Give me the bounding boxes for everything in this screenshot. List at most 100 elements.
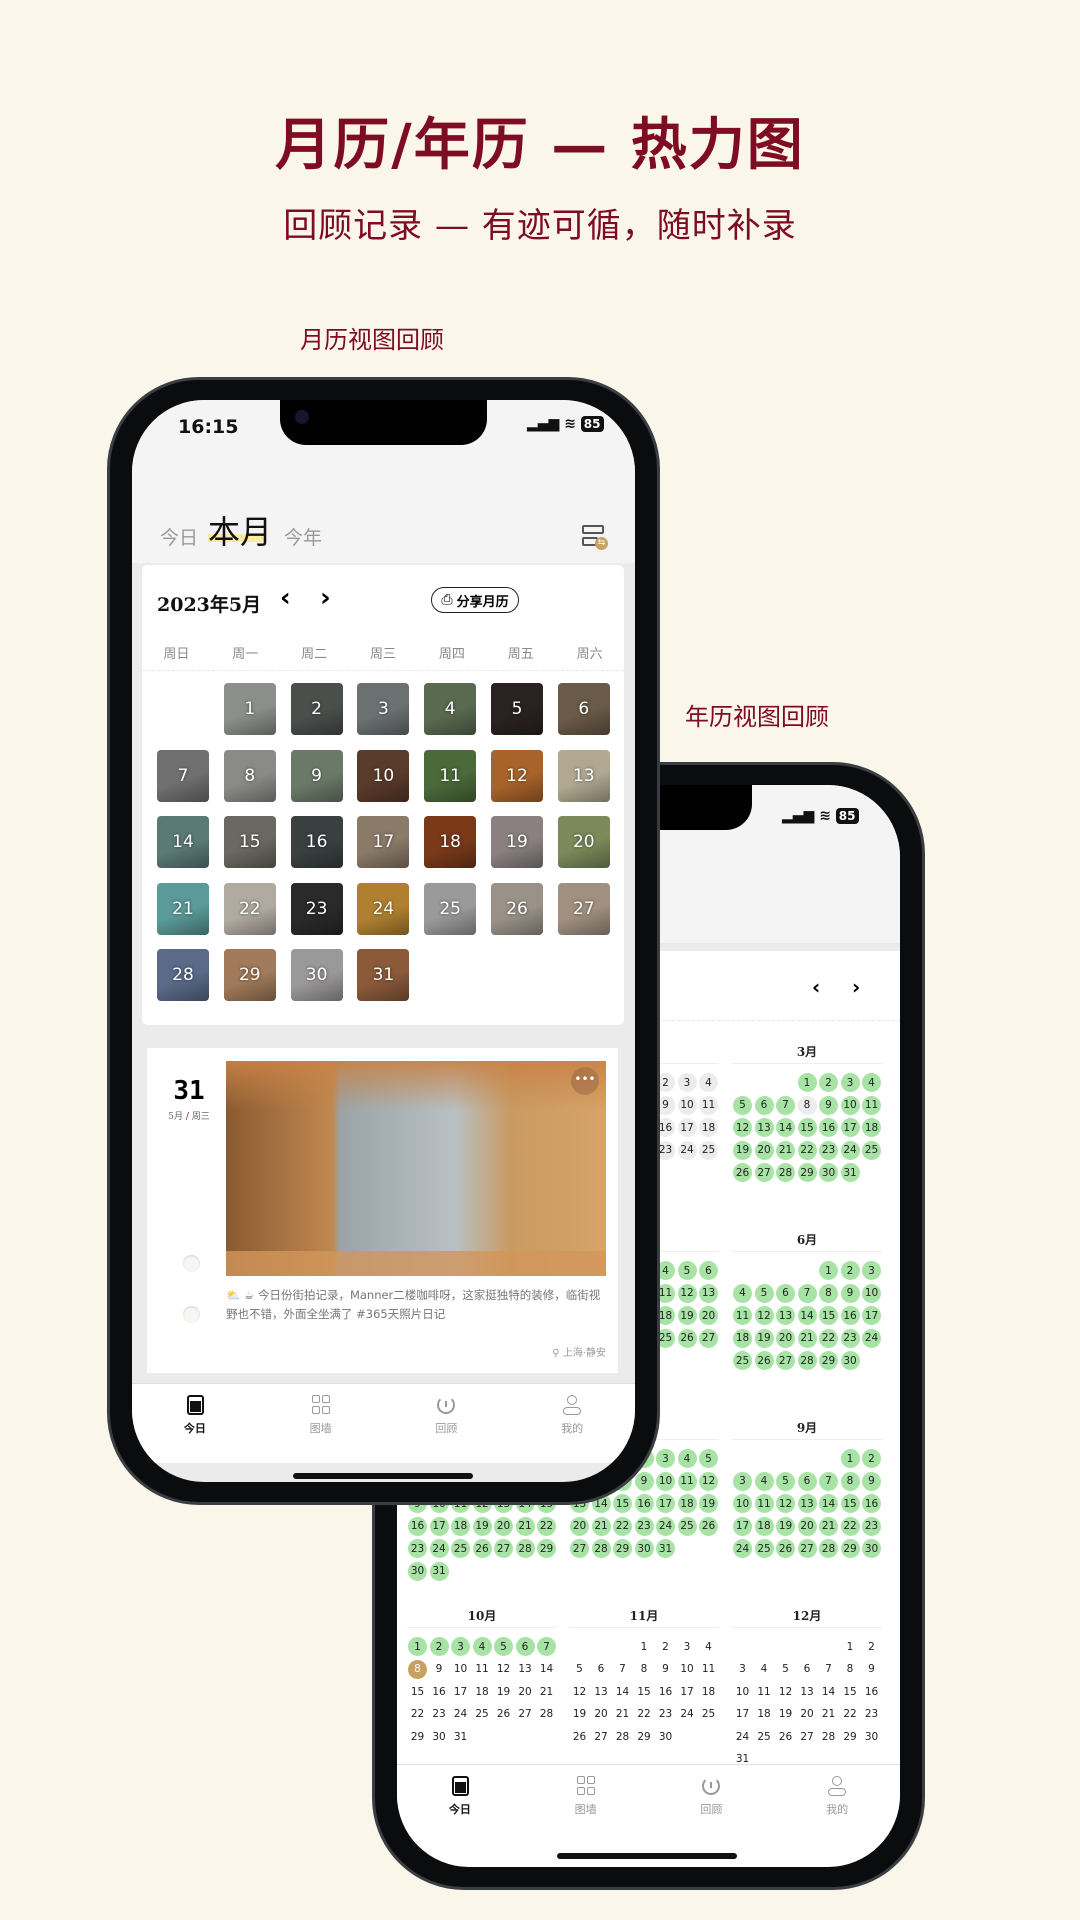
- tab-today[interactable]: 今日: [160, 523, 198, 550]
- year-day[interactable]: 25: [733, 1351, 752, 1370]
- year-day[interactable]: 29: [840, 1539, 860, 1558]
- year-day[interactable]: 12: [733, 1118, 752, 1137]
- year-day[interactable]: 11: [733, 1306, 752, 1325]
- year-day[interactable]: 6: [776, 1283, 795, 1303]
- year-day[interactable]: 2: [862, 1637, 881, 1656]
- year-day[interactable]: 24: [862, 1328, 881, 1348]
- year-day[interactable]: 25: [473, 1705, 492, 1724]
- year-day[interactable]: 14: [819, 1682, 838, 1701]
- year-day[interactable]: 4: [699, 1073, 718, 1092]
- year-day[interactable]: 17: [840, 1118, 860, 1137]
- year-day[interactable]: 7: [776, 1095, 795, 1115]
- year-day[interactable]: 3: [451, 1637, 470, 1656]
- year-day[interactable]: 3: [656, 1449, 675, 1468]
- year-day[interactable]: 12: [699, 1471, 718, 1491]
- year-day[interactable]: 5: [677, 1261, 697, 1280]
- year-day[interactable]: 9: [634, 1471, 654, 1491]
- year-day[interactable]: 26: [570, 1727, 589, 1746]
- year-day[interactable]: 11: [699, 1095, 718, 1115]
- year-day[interactable]: 15: [840, 1494, 860, 1513]
- year-day[interactable]: 18: [451, 1516, 470, 1536]
- year-day[interactable]: 18: [755, 1705, 774, 1724]
- year-day[interactable]: 18: [754, 1516, 774, 1536]
- year-day[interactable]: 10: [733, 1494, 752, 1513]
- year-day[interactable]: 23: [634, 1516, 654, 1536]
- year-day[interactable]: 18: [699, 1118, 718, 1137]
- year-day[interactable]: 4: [754, 1471, 774, 1491]
- year-day[interactable]: 23: [862, 1705, 881, 1724]
- year-day[interactable]: 14: [797, 1306, 817, 1325]
- year-day[interactable]: 26: [733, 1163, 752, 1182]
- year-day[interactable]: 5: [699, 1449, 718, 1468]
- year-day[interactable]: 29: [613, 1539, 632, 1558]
- year-day[interactable]: 22: [841, 1705, 860, 1724]
- day-thumbnail[interactable]: 5: [491, 683, 543, 735]
- year-day[interactable]: 28: [776, 1163, 795, 1182]
- year-day[interactable]: 21: [591, 1516, 611, 1536]
- year-day[interactable]: 18: [699, 1682, 718, 1701]
- nav-grid[interactable]: 图墙: [258, 1384, 384, 1463]
- year-day[interactable]: 6: [592, 1660, 611, 1679]
- year-day[interactable]: 12: [754, 1306, 774, 1325]
- year-day[interactable]: 18: [733, 1328, 752, 1348]
- year-day[interactable]: 10: [677, 1095, 697, 1115]
- year-day[interactable]: 3: [862, 1261, 881, 1280]
- year-day[interactable]: 30: [634, 1539, 654, 1558]
- year-day[interactable]: 13: [797, 1494, 817, 1513]
- year-day[interactable]: 13: [754, 1118, 774, 1137]
- year-day[interactable]: 16: [862, 1494, 881, 1513]
- year-day[interactable]: 16: [408, 1516, 427, 1536]
- year-day[interactable]: 1: [635, 1637, 654, 1656]
- year-day[interactable]: 24: [840, 1140, 860, 1160]
- year-day[interactable]: 16: [862, 1682, 881, 1701]
- year-day[interactable]: 13: [798, 1682, 817, 1701]
- year-day[interactable]: 29: [819, 1351, 838, 1370]
- year-day[interactable]: 25: [862, 1140, 881, 1160]
- year-day[interactable]: 20: [798, 1705, 817, 1724]
- year-day[interactable]: 4: [472, 1637, 492, 1656]
- year-day[interactable]: 19: [754, 1328, 774, 1348]
- day-thumbnail[interactable]: 28: [157, 949, 209, 1001]
- year-day[interactable]: 19: [570, 1705, 589, 1724]
- share-calendar-button[interactable]: ⎙ 分享月历: [431, 587, 519, 613]
- year-day[interactable]: 2: [656, 1637, 675, 1656]
- year-day[interactable]: 24: [733, 1727, 752, 1746]
- nav-profile[interactable]: 我的: [774, 1765, 900, 1844]
- year-day[interactable]: 5: [754, 1283, 774, 1303]
- year-day[interactable]: 20: [570, 1516, 589, 1536]
- day-thumbnail[interactable]: 21: [157, 882, 209, 935]
- year-day[interactable]: 1: [841, 1637, 860, 1656]
- year-day[interactable]: 30: [862, 1727, 881, 1746]
- year-day[interactable]: 5: [570, 1660, 589, 1679]
- year-day[interactable]: 9: [656, 1660, 675, 1679]
- year-day[interactable]: 9: [819, 1095, 838, 1115]
- day-thumbnail[interactable]: 25: [424, 882, 477, 935]
- year-day[interactable]: 19: [472, 1516, 492, 1536]
- month-label[interactable]: 11月: [569, 1607, 719, 1624]
- year-day[interactable]: 16: [819, 1118, 838, 1137]
- year-day[interactable]: 12: [677, 1283, 697, 1303]
- day-thumbnail[interactable]: 23: [290, 882, 343, 935]
- year-day[interactable]: 1: [797, 1073, 817, 1092]
- year-day[interactable]: 5: [733, 1095, 752, 1115]
- ellipsis-icon[interactable]: •••: [571, 1067, 599, 1095]
- year-day[interactable]: 3: [677, 1073, 697, 1092]
- day-thumbnail[interactable]: 27: [557, 882, 610, 935]
- year-day[interactable]: 31: [451, 1727, 470, 1746]
- year-day[interactable]: 4: [699, 1637, 718, 1656]
- year-day[interactable]: 19: [699, 1494, 718, 1513]
- year-day[interactable]: 5: [776, 1471, 795, 1491]
- year-day[interactable]: 19: [776, 1705, 795, 1724]
- year-day[interactable]: 23: [819, 1140, 838, 1160]
- day-thumbnail[interactable]: 2: [290, 683, 343, 735]
- year-day[interactable]: 31: [429, 1561, 449, 1581]
- year-day[interactable]: 24: [429, 1539, 449, 1558]
- year-day[interactable]: 23: [408, 1539, 427, 1558]
- year-day[interactable]: 27: [592, 1727, 611, 1746]
- year-day[interactable]: 21: [537, 1682, 556, 1701]
- year-day[interactable]: 14: [537, 1660, 556, 1679]
- year-day[interactable]: 25: [699, 1140, 718, 1160]
- year-day[interactable]: 13: [592, 1682, 611, 1701]
- day-thumbnail[interactable]: 6: [557, 683, 610, 735]
- year-day[interactable]: 31: [656, 1539, 675, 1558]
